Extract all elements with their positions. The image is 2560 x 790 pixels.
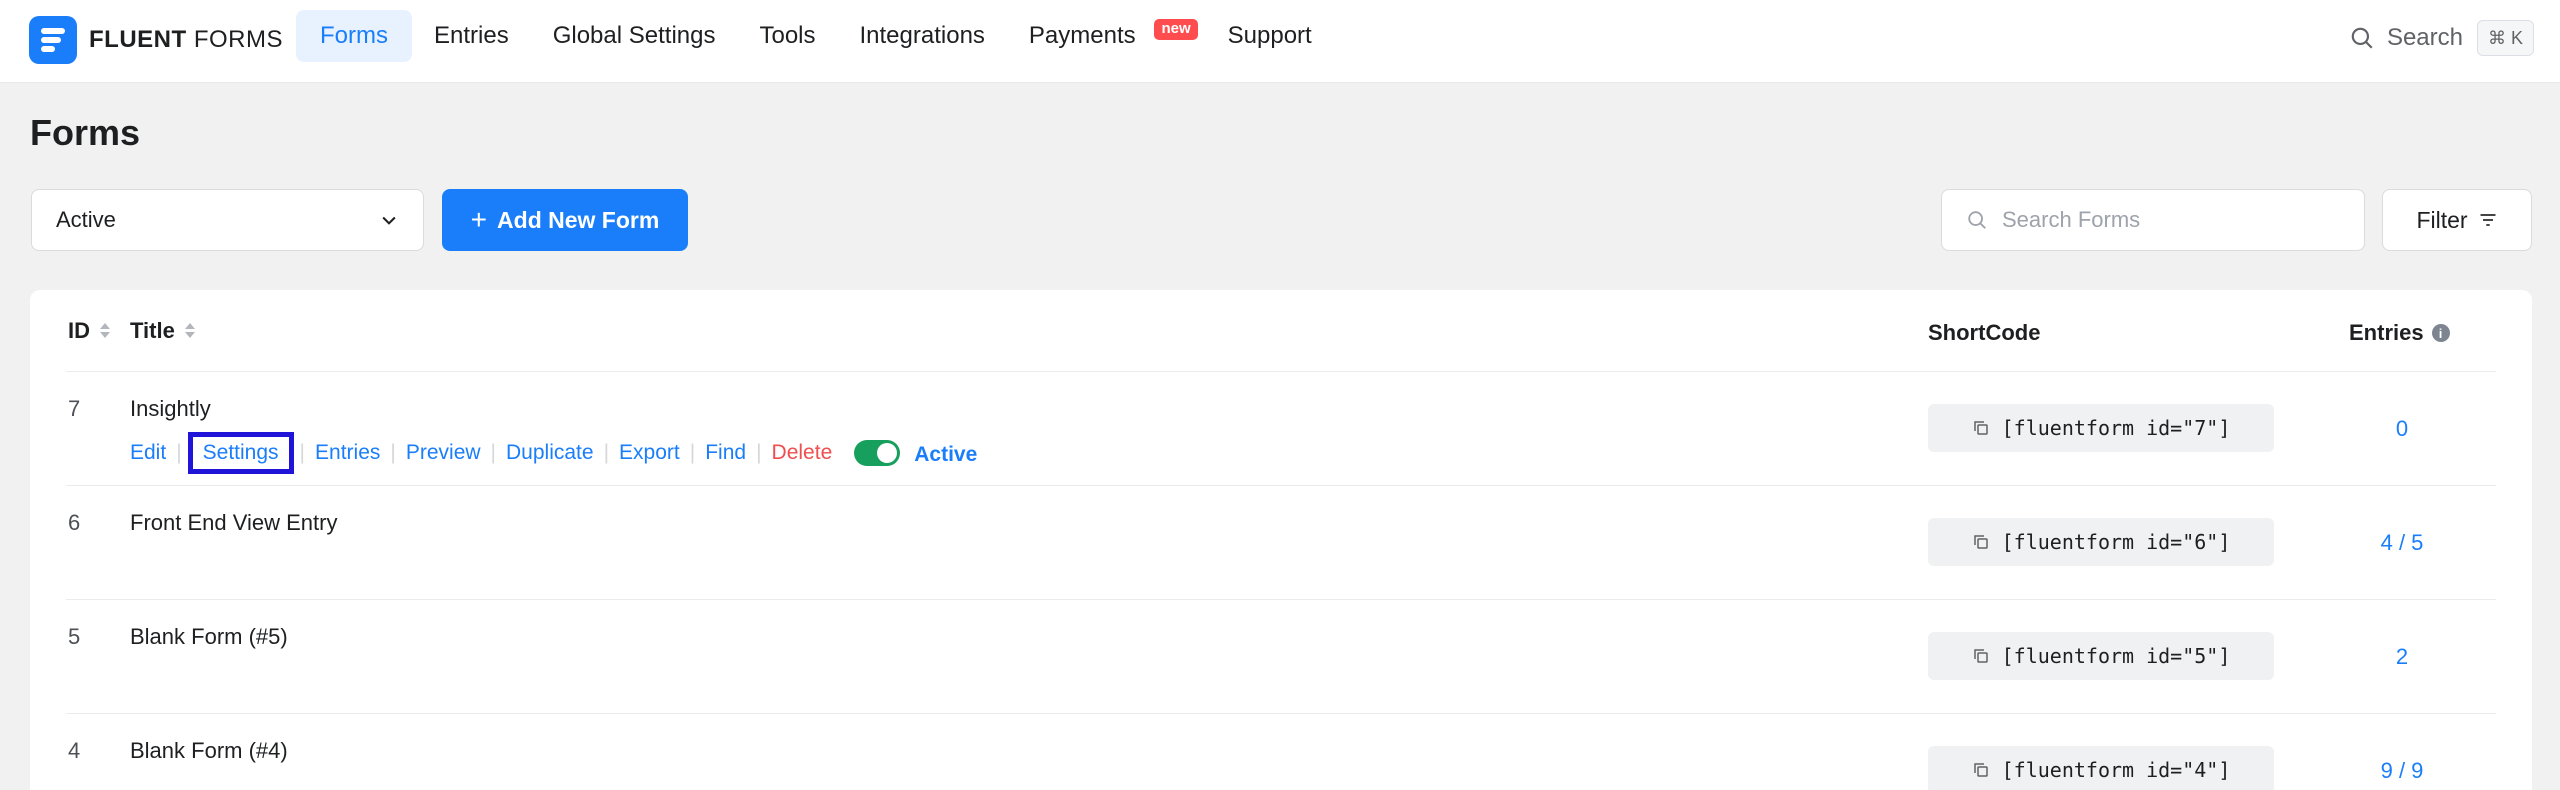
main-nav: Forms Entries Global Settings Tools Inte… (296, 10, 1334, 62)
form-status-label: Active (914, 443, 978, 466)
nav-support[interactable]: Support (1206, 10, 1334, 62)
global-search[interactable]: Search ⌘ K (2349, 20, 2534, 56)
nav-payments-label: Payments (1028, 22, 1136, 49)
form-id: 7 (68, 396, 81, 421)
info-icon[interactable]: i (2431, 324, 2450, 342)
export-link[interactable]: Export (619, 441, 680, 465)
search-icon (1968, 211, 1986, 229)
column-header-title-label: Title (130, 318, 175, 343)
shortcode-copy-button[interactable]: [fluentform id="5"] (1928, 632, 2274, 680)
copy-icon (1972, 533, 1990, 551)
shortcode-text: [fluentform id="4"] (2001, 758, 2231, 782)
shortcode-copy-button[interactable]: [fluentform id="4"] (1928, 746, 2274, 790)
form-title[interactable]: Blank Form (#4) (130, 738, 288, 764)
table-row: 7 Insightly Edit | Settings | Entries | … (66, 372, 2496, 486)
duplicate-link[interactable]: Duplicate (506, 441, 594, 465)
page-title: Forms (30, 112, 141, 153)
copy-icon (1972, 761, 1990, 779)
forms-table: ID Title ShortCode Entries i 7 Insightly… (66, 290, 2496, 790)
status-filter-value: Active (56, 207, 116, 232)
form-status-toggle[interactable] (854, 440, 901, 466)
add-new-form-button[interactable]: + Add New Form (442, 189, 688, 251)
nav-integrations[interactable]: Integrations (838, 10, 1007, 62)
table-row: 6 Front End View Entry [fluentform id="6… (66, 486, 2496, 600)
table-row: 4 Blank Form (#4) [fluentform id="4"] 9 … (66, 714, 2496, 790)
form-id: 4 (68, 738, 81, 763)
form-title[interactable]: Front End View Entry (130, 510, 337, 536)
search-forms-input[interactable] (2002, 207, 2342, 233)
divider: | (390, 441, 396, 464)
nav-entries[interactable]: Entries (412, 10, 531, 62)
filter-button[interactable]: Filter (2382, 189, 2532, 251)
entries-count[interactable]: 0 (2332, 416, 2472, 442)
form-id: 6 (68, 510, 81, 535)
nav-tools[interactable]: Tools (737, 10, 837, 62)
search-icon (2351, 27, 2373, 49)
form-title[interactable]: Insightly (130, 396, 211, 422)
forms-table-card: ID Title ShortCode Entries i 7 Insightly… (30, 290, 2532, 790)
entries-count[interactable]: 4 / 5 (2332, 530, 2472, 556)
shortcode-text: [fluentform id="6"] (2001, 530, 2231, 554)
find-link[interactable]: Find (705, 441, 746, 465)
table-header: ID Title ShortCode Entries i (66, 290, 2496, 372)
logo-icon (29, 16, 77, 64)
table-row: 5 Blank Form (#5) [fluentform id="5"] 2 (66, 600, 2496, 714)
column-header-title[interactable]: Title (130, 318, 195, 344)
shortcode-copy-button[interactable]: [fluentform id="7"] (1928, 404, 2274, 452)
filter-icon (2480, 214, 2496, 226)
form-title[interactable]: Blank Form (#5) (130, 624, 288, 650)
filter-label: Filter (2416, 206, 2468, 233)
status-filter-select[interactable]: Active (31, 189, 424, 251)
entries-link[interactable]: Entries (315, 441, 380, 465)
delete-link[interactable]: Delete (772, 441, 833, 465)
sort-icon[interactable] (184, 321, 195, 341)
divider: | (603, 441, 610, 464)
copy-icon (1972, 419, 1990, 437)
nav-global-settings[interactable]: Global Settings (531, 10, 738, 62)
settings-link[interactable]: Settings (187, 432, 294, 474)
search-shortcut-key: ⌘ K (2476, 20, 2534, 56)
nav-payments[interactable]: Payments new (1007, 10, 1206, 62)
entries-count[interactable]: 2 (2332, 644, 2472, 670)
shortcode-copy-button[interactable]: [fluentform id="6"] (1928, 518, 2274, 566)
divider: | (756, 441, 762, 464)
edit-link[interactable]: Edit (130, 441, 166, 465)
divider: | (299, 441, 306, 464)
column-header-entries: Entries i (2349, 320, 2450, 346)
shortcode-text: [fluentform id="5"] (2001, 644, 2231, 668)
shortcode-text: [fluentform id="7"] (2001, 416, 2231, 440)
sort-icon[interactable] (100, 321, 110, 341)
preview-link[interactable]: Preview (406, 441, 481, 465)
copy-icon (1972, 647, 1990, 665)
column-header-shortcode: ShortCode (1928, 320, 2040, 346)
entries-count[interactable]: 9 / 9 (2332, 758, 2472, 784)
top-navigation-bar: FLUENT FORMS Forms Entries Global Settin… (0, 0, 2560, 83)
fluent-forms-logo[interactable]: FLUENT FORMS (29, 16, 283, 64)
new-badge: new (1154, 19, 1198, 40)
column-header-shortcode-label: ShortCode (1928, 320, 2041, 345)
column-header-entries-label: Entries (2349, 320, 2424, 345)
plus-icon: + (470, 204, 488, 235)
nav-forms[interactable]: Forms (296, 10, 412, 62)
divider: | (490, 441, 497, 464)
divider: | (689, 441, 696, 464)
form-id: 5 (68, 624, 81, 649)
chevron-down-icon (382, 216, 396, 225)
global-search-label: Search (2386, 24, 2463, 51)
column-header-id-label: ID (68, 318, 90, 343)
row-actions: Edit | Settings | Entries | Preview | Du… (130, 432, 977, 474)
divider: | (176, 441, 182, 464)
search-forms-field[interactable] (1941, 189, 2365, 251)
add-new-form-label: Add New Form (497, 206, 660, 233)
column-header-id[interactable]: ID (68, 318, 110, 344)
brand-name: FLUENT FORMS (89, 26, 283, 53)
